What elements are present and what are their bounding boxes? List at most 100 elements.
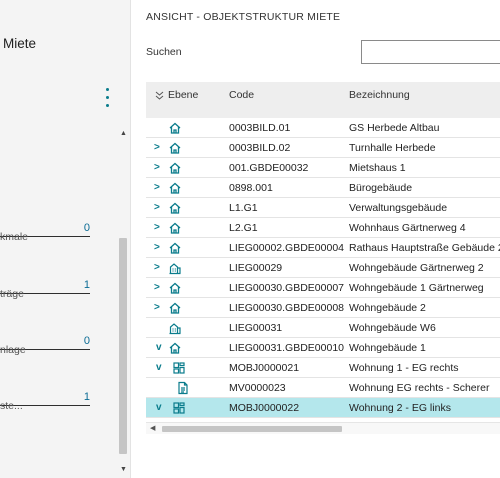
cell-code[interactable]: LIEG00031 [229, 322, 282, 334]
table-row[interactable]: >0003BILD.02 Turnhalle Herbede [146, 138, 500, 158]
building-icon [168, 261, 182, 275]
stat-label: kmale [0, 231, 29, 243]
cell-code[interactable]: 0898.001 [229, 182, 273, 194]
cell-bezeichnung: Wohnhaus Gärtnerweg 4 [349, 222, 466, 234]
cell-bezeichnung: Wohngebäude 2 [349, 302, 426, 314]
unit-icon [172, 401, 186, 415]
collapse-chevron-icon[interactable]: v [156, 341, 166, 355]
cell-code[interactable]: LIEG00030.GBDE00007 [229, 282, 344, 294]
expand-chevron-icon[interactable]: > [154, 221, 164, 235]
cell-bezeichnung: Bürogebäude [349, 182, 413, 194]
expand-chevron-icon[interactable]: > [154, 261, 164, 275]
stat-label: ste... [0, 400, 23, 412]
table-row[interactable]: > L2.G1 Wohnhaus Gärtnerweg 4 [146, 218, 500, 238]
cell-bezeichnung: Mietshaus 1 [349, 162, 406, 174]
stat-item[interactable]: 1 ste... [0, 391, 112, 421]
table-row[interactable]: v MOBJ0000021 Wohnung 1 - EG rechts [146, 358, 500, 378]
table-row[interactable]: > LIEG00029 Wohngebäude Gärtnerweg 2 [146, 258, 500, 278]
cell-code[interactable]: MOBJ0000022 [229, 402, 299, 414]
stat-label: träge [0, 288, 24, 300]
object-structure-panel: ANSICHT - OBJEKTSTRUKTUR MIETE Suchen Eb… [131, 0, 500, 478]
expand-chevron-icon[interactable]: > [154, 161, 164, 175]
table-row[interactable]: >001.GBDE00032 Mietshaus 1 [146, 158, 500, 178]
cell-code[interactable]: L2.G1 [229, 222, 258, 234]
stat-value[interactable]: 1 [84, 391, 90, 403]
table-row[interactable]: >0898.001 Bürogebäude [146, 178, 500, 198]
table-row[interactable]: > L1.G1 Verwaltungsgebäude [146, 198, 500, 218]
expand-chevron-icon[interactable]: > [154, 241, 164, 255]
column-header-bezeichnung[interactable]: Bezeichnung [349, 89, 410, 101]
expand-chevron-icon[interactable]: > [154, 301, 164, 315]
expand-chevron-icon[interactable]: > [154, 281, 164, 295]
cell-code[interactable]: LIEG00029 [229, 262, 282, 274]
cell-code[interactable]: MV0000023 [229, 382, 286, 394]
cell-bezeichnung: Wohngebäude Gärtnerweg 2 [349, 262, 484, 274]
cell-code[interactable]: 0003BILD.01 [229, 122, 290, 134]
vertical-scrollbar[interactable]: ▲ ▼ [116, 126, 130, 478]
stat-label: nlage [0, 344, 26, 356]
cell-code[interactable]: LIEG00002.GBDE00004 [229, 242, 344, 254]
column-header-code[interactable]: Code [229, 89, 254, 101]
stat-value[interactable]: 1 [84, 279, 90, 291]
cell-bezeichnung: Wohnung EG rechts - Scherer [349, 382, 490, 394]
cell-bezeichnung: Wohngebäude 1 Gärtnerweg [349, 282, 484, 294]
scroll-up-icon[interactable]: ▲ [120, 130, 127, 137]
cell-code[interactable]: L1.G1 [229, 202, 258, 214]
table-row[interactable]: MV0000023 Wohnung EG rechts - Scherer [146, 378, 500, 398]
cell-code[interactable]: 0003BILD.02 [229, 142, 290, 154]
table-row[interactable]: > LIEG00030.GBDE00007 Wohngebäude 1 Gärtne… [146, 278, 500, 298]
scroll-left-icon[interactable]: ◀ [150, 424, 155, 432]
structure-grid: Ebene Code Bezeichnung 0003BILD.01 GS Her… [146, 82, 500, 438]
stat-value[interactable]: 0 [84, 335, 90, 347]
table-row[interactable]: 0003BILD.01 GS Herbede Altbau [146, 118, 500, 138]
horizontal-scrollbar[interactable]: ◀ [146, 422, 500, 434]
table-row[interactable]: > LIEG00030.GBDE00008 Wohngebäude 2 [146, 298, 500, 318]
cell-bezeichnung: GS Herbede Altbau [349, 122, 440, 134]
table-row[interactable]: v MOBJ0000022 Wohnung 2 - EG links [146, 398, 500, 418]
table-row[interactable]: LIEG00031 Wohngebäude W6 [146, 318, 500, 338]
search-input[interactable] [361, 40, 500, 64]
scroll-down-icon[interactable]: ▼ [120, 466, 127, 473]
collapse-all-icon[interactable] [155, 91, 164, 100]
house-icon [168, 281, 182, 295]
scrollbar-thumb[interactable] [119, 238, 127, 454]
house-icon [168, 201, 182, 215]
cell-bezeichnung: Turnhalle Herbede [349, 142, 436, 154]
more-options-icon[interactable] [104, 88, 110, 107]
cell-bezeichnung: Wohngebäude W6 [349, 322, 436, 334]
building-icon [168, 321, 182, 335]
cell-bezeichnung: Rathaus Hauptstraße Gebäude 2 [349, 242, 500, 254]
collapse-chevron-icon[interactable]: v [156, 401, 166, 415]
house-icon [168, 221, 182, 235]
cell-code[interactable]: MOBJ0000021 [229, 362, 299, 374]
stat-value[interactable]: 0 [84, 222, 90, 234]
collapse-chevron-icon[interactable]: v [156, 361, 166, 375]
cell-code[interactable]: LIEG00030.GBDE00008 [229, 302, 344, 314]
house-icon [168, 161, 182, 175]
stat-item[interactable]: 0 kmale [0, 222, 112, 252]
cell-bezeichnung: Wohnung 1 - EG rechts [349, 362, 459, 374]
house-icon [168, 301, 182, 315]
cell-bezeichnung: Wohnung 2 - EG links [349, 402, 451, 414]
table-row[interactable]: v LIEG00031.GBDE00010 Wohngebäude 1 [146, 338, 500, 358]
search-label: Suchen [146, 46, 182, 58]
grid-header: Ebene Code Bezeichnung [146, 82, 500, 118]
expand-chevron-icon[interactable]: > [154, 181, 164, 195]
column-header-ebene[interactable]: Ebene [155, 89, 198, 101]
page-title: ANSICHT - OBJEKTSTRUKTUR MIETE [146, 11, 341, 23]
stat-item[interactable]: 0 nlage [0, 335, 112, 365]
cell-code[interactable]: LIEG00031.GBDE00010 [229, 342, 344, 354]
stat-item[interactable]: 1 träge [0, 279, 112, 309]
house-icon [168, 341, 182, 355]
column-label: Ebene [168, 89, 199, 101]
house-icon [168, 121, 182, 135]
left-panel: Miete 0 kmale 1 träge 0 nlage 1 ste... ▲… [0, 0, 131, 478]
expand-chevron-icon[interactable]: > [154, 141, 164, 155]
expand-chevron-icon[interactable]: > [154, 201, 164, 215]
cell-code[interactable]: 001.GBDE00032 [229, 162, 308, 174]
house-icon [168, 181, 182, 195]
scrollbar-thumb[interactable] [162, 426, 342, 432]
grid-rows: 0003BILD.01 GS Herbede Altbau >0003BILD.02… [146, 118, 500, 418]
table-row[interactable]: > LIEG00002.GBDE00004 Rathaus Hauptstraße … [146, 238, 500, 258]
house-icon [168, 141, 182, 155]
